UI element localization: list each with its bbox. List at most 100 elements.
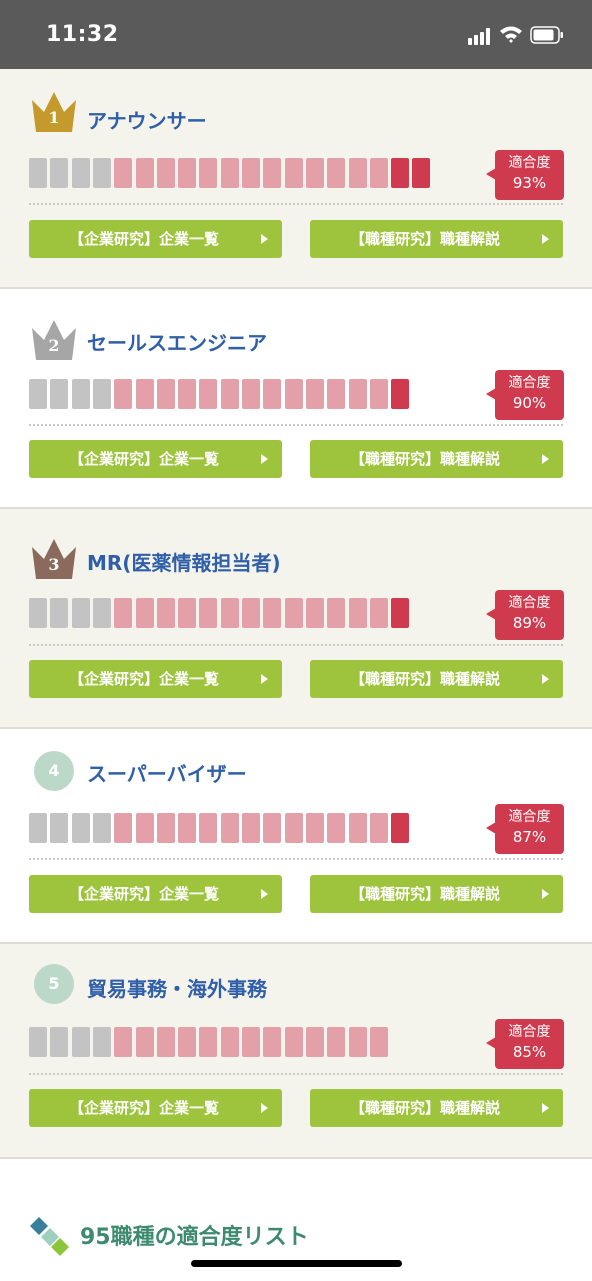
job-description-button[interactable]: 【職種研究】職種解説 [310, 220, 563, 258]
company-list-button[interactable]: 【企業研究】企業一覧 [29, 1089, 282, 1127]
job-description-button[interactable]: 【職種研究】職種解説 [310, 875, 563, 913]
rank-number: 2 [48, 336, 60, 355]
fit-bar-segment-pink [263, 598, 282, 628]
fit-bar-segment-red [391, 379, 410, 409]
dotted-divider [29, 203, 563, 205]
dotted-divider [29, 424, 563, 426]
fit-bar-segment-pink [178, 158, 197, 188]
arrow-right-icon [261, 234, 268, 244]
fit-bar-segment-pink [220, 813, 239, 843]
status-time: 11:32 [46, 22, 119, 47]
fit-bar-segment-pink [327, 598, 346, 628]
fit-bar-segment-pink [348, 1027, 367, 1057]
company-list-button[interactable]: 【企業研究】企業一覧 [29, 875, 282, 913]
fit-bar-segment-grey [71, 598, 90, 628]
fit-bar-segment-pink [156, 813, 175, 843]
company-list-button[interactable]: 【企業研究】企業一覧 [29, 440, 282, 478]
job-title[interactable]: MR(医薬情報担当者) [87, 547, 281, 576]
company-list-button[interactable]: 【企業研究】企業一覧 [29, 660, 282, 698]
fit-bar-segment-pink [263, 1027, 282, 1057]
fit-bar [29, 1027, 449, 1057]
fit-bar-segment-grey [92, 1027, 111, 1057]
fit-bar-segment-pink [263, 813, 282, 843]
fit-bar [29, 813, 449, 843]
arrow-right-icon [261, 454, 268, 464]
fit-bar [29, 598, 449, 628]
job-title[interactable]: セールスエンジニア [87, 327, 267, 356]
fit-percent: 93% [512, 174, 547, 192]
job-title[interactable]: 貿易事務・海外事務 [87, 973, 267, 1002]
fit-bar-segment-pink [242, 158, 260, 188]
fit-bar-segment-pink [114, 1027, 133, 1057]
fit-bar-segment-pink [220, 158, 239, 188]
fit-label: 適合度 [508, 1024, 551, 1040]
fit-bar-segment-grey [29, 158, 47, 188]
fit-bar-segment-pink [135, 158, 154, 188]
fit-bar-segment-pink [305, 598, 324, 628]
fit-bar-segment-red [412, 158, 431, 188]
fit-bar-segment-grey [71, 813, 90, 843]
fit-bar-segment-pink [369, 158, 388, 188]
job-title[interactable]: スーパーバイザー [87, 758, 247, 787]
fit-bar-segment-pink [135, 598, 154, 628]
rank-circle: 5 [34, 964, 74, 1004]
fit-bar-segment-grey [71, 1027, 90, 1057]
arrow-right-icon [542, 454, 549, 464]
company-list-button[interactable]: 【企業研究】企業一覧 [29, 220, 282, 258]
fit-percent: 85% [512, 1043, 547, 1061]
home-indicator[interactable] [191, 1260, 402, 1267]
fit-bar-segment-pink [220, 598, 239, 628]
fit-bar-segment-pink [199, 379, 218, 409]
silver-crown-icon: 2 [28, 314, 80, 362]
fit-bar-segment-pink [348, 598, 367, 628]
fit-bar-segment-grey [50, 1027, 69, 1057]
fit-bar-segment-pink [178, 598, 197, 628]
battery-icon [530, 26, 563, 44]
fit-bar-segment-pink [284, 158, 303, 188]
job-description-button[interactable]: 【職種研究】職種解説 [310, 440, 563, 478]
arrow-right-icon [261, 1103, 268, 1113]
dotted-divider [29, 644, 563, 646]
fit-bar-segment-pink [114, 158, 133, 188]
fit-bar-segment-pink [199, 598, 218, 628]
fit-bar-segment-pink [242, 598, 260, 628]
rank-number: 1 [48, 108, 60, 127]
fit-bar-segment-grey [29, 379, 47, 409]
fit-bar-segment-pink [220, 1027, 239, 1057]
fit-bar-segment-pink [156, 598, 175, 628]
fit-bar-segment-pink [135, 1027, 154, 1057]
diamond-list-icon [30, 1217, 69, 1256]
fit-bar-segment-grey [92, 598, 111, 628]
fit-label: 適合度 [508, 375, 551, 391]
fit-bar-segment-pink [199, 1027, 218, 1057]
fit-bar-segment-pink [327, 1027, 346, 1057]
fit-bar-segment-pink [178, 379, 197, 409]
fit-label: 適合度 [508, 595, 551, 611]
fit-bar [29, 158, 449, 188]
fit-bar [29, 379, 449, 409]
cellular-signal-icon [468, 27, 492, 45]
arrow-right-icon [542, 674, 549, 684]
fit-list-section: 95職種の適合度リスト [0, 1159, 592, 1281]
dotted-divider [29, 1073, 563, 1075]
fit-bar-segment-grey [92, 813, 111, 843]
fit-badge: 適合度 90% [486, 370, 564, 420]
job-description-button[interactable]: 【職種研究】職種解説 [310, 660, 563, 698]
fit-bar-segment-pink [242, 379, 260, 409]
fit-bar-segment-pink [284, 813, 303, 843]
fit-bar-segment-pink [156, 1027, 175, 1057]
fit-badge: 適合度 93% [486, 150, 564, 200]
job-card-rank-2: 2 セールスエンジニア 適合度 90% 【企業研究】企業一覧 【職種研究】職種解… [0, 289, 592, 509]
fit-list-title[interactable]: 95職種の適合度リスト [80, 1219, 309, 1251]
job-card-rank-4: 4 スーパーバイザー 適合度 87% 【企業研究】企業一覧 【職種研究】職種解説 [0, 729, 592, 944]
job-description-button[interactable]: 【職種研究】職種解説 [310, 1089, 563, 1127]
fit-bar-segment-pink [156, 158, 175, 188]
fit-bar-segment-pink [327, 813, 346, 843]
fit-bar-segment-pink [348, 813, 367, 843]
job-title[interactable]: アナウンサー [87, 105, 207, 134]
fit-bar-segment-grey [29, 598, 47, 628]
fit-label: 適合度 [508, 155, 551, 171]
fit-bar-segment-pink [305, 1027, 324, 1057]
rank-number: 3 [48, 555, 60, 574]
fit-bar-segment-pink [135, 379, 154, 409]
